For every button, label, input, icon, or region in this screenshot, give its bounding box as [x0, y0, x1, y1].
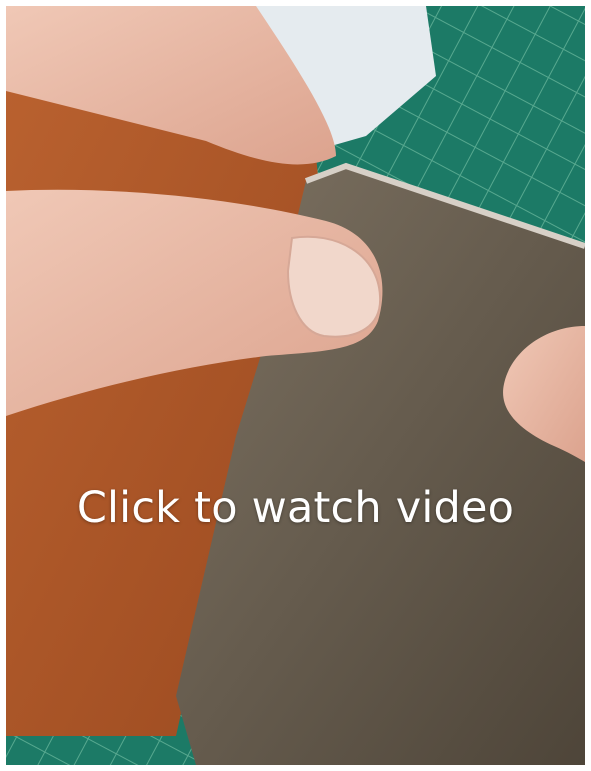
- video-thumbnail[interactable]: Click to watch video: [6, 6, 585, 765]
- play-video-hit-area[interactable]: [6, 6, 585, 765]
